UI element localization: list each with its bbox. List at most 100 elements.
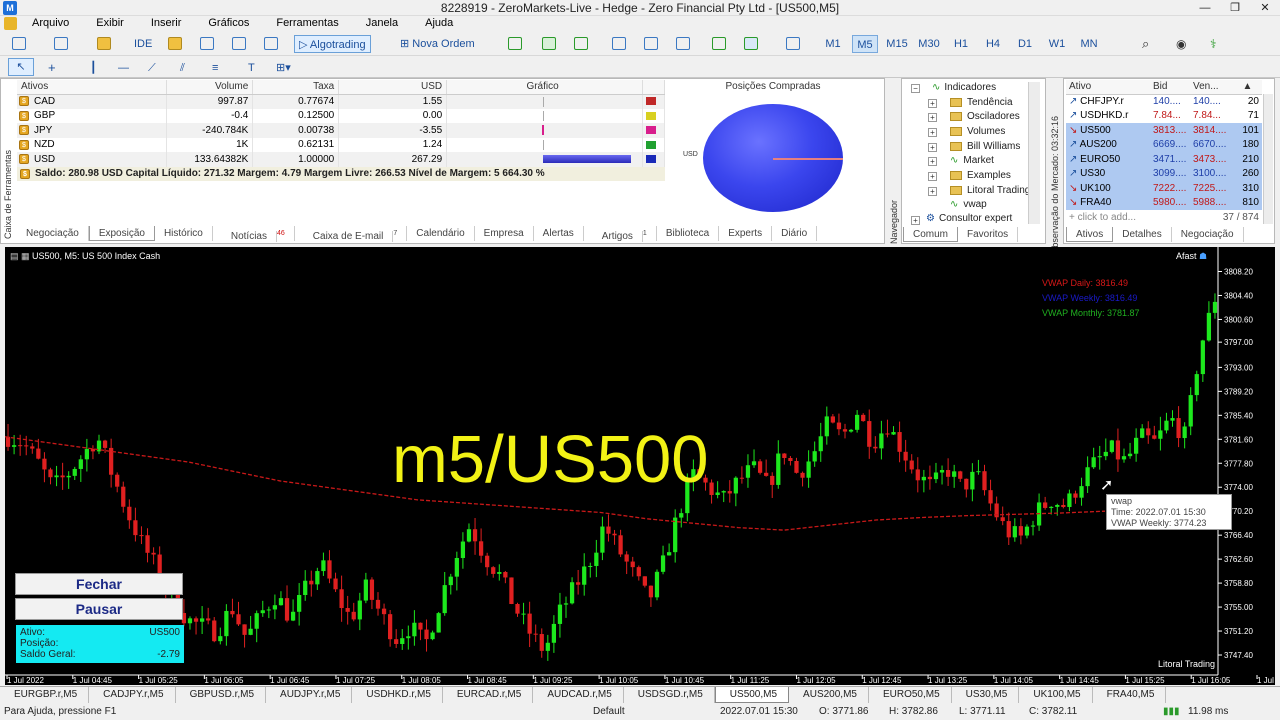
lock-icon[interactable] [168,37,182,50]
tab-noticias[interactable]: Notícias 46 [213,226,295,243]
col-volume[interactable]: Volume [166,80,254,95]
table-row[interactable]: $ CAD 997.87 0.77674 1.55 [17,94,666,109]
tile-windows-icon[interactable] [676,37,690,50]
nav-item-litoral-trading[interactable]: Litoral Trading [950,184,1030,198]
symbol-tab[interactable]: USDSGD.r,M5 [624,687,715,703]
tab-exposicao[interactable]: Exposição [88,226,155,241]
expand-icon[interactable]: + [928,99,937,108]
nav-expert-advisors[interactable]: ⚙ Consultor expert [926,212,1026,226]
autoscroll-icon[interactable] [712,37,726,50]
account-icon[interactable]: ◉ [1176,35,1186,53]
collapse-icon[interactable]: − [911,84,920,93]
col-bid[interactable]: Bid [1150,80,1190,95]
symbol-tab[interactable]: US30,M5 [952,687,1020,703]
table-row[interactable]: $ GBP -0.4 0.12500 0.00 [17,108,666,123]
expand-icon[interactable]: + [928,157,937,166]
table-row[interactable]: $ JPY -240.784K 0.00738 -3.55 [17,123,666,138]
zoom-out-icon[interactable] [644,37,658,50]
fechar-button[interactable]: Fechar [15,573,183,595]
tf-d1[interactable]: D1 [1012,35,1038,53]
tab-negociacao[interactable]: Negociação [17,226,89,241]
pausar-button[interactable]: Pausar [15,598,183,620]
shapes-icon[interactable]: ⊞▾ [276,59,291,77]
expand-icon[interactable]: + [928,128,937,137]
tf-m30[interactable]: M30 [916,35,942,53]
money-icon[interactable] [97,37,111,50]
symbol-tab[interactable]: AUDJPY.r,M5 [266,687,353,703]
add-symbol-input[interactable]: click to add... [1078,212,1136,223]
expand-icon[interactable]: + [928,187,937,196]
tf-m1[interactable]: M1 [820,35,846,53]
ide-button[interactable]: IDE [134,35,152,53]
symbol-tab[interactable]: AUS200,M5 [789,687,869,703]
symbol-tab-active[interactable]: US500,M5 [714,687,790,703]
cloud-icon[interactable] [232,37,246,50]
nav-root-indicators[interactable]: ∿ Indicadores [932,81,996,95]
signal-icon[interactable] [200,37,214,50]
new-order-button[interactable]: ⊞ Nova Ordem [400,35,475,53]
text-icon[interactable]: T [248,59,255,77]
list-item[interactable]: ↘ FRA40 5980.... 5988.... 810 [1066,195,1262,210]
nav-item-examples[interactable]: Examples [950,169,1011,183]
menu-arquivo[interactable]: Arquivo [32,17,69,29]
fibonacci-icon[interactable]: ≡ [212,59,218,77]
market-watch-scrollbar[interactable] [1263,94,1273,224]
symbol-tab[interactable]: USDHKD.r,M5 [352,687,443,703]
zoom-in-icon[interactable] [612,37,626,50]
restore-icon[interactable]: ❐ [1220,0,1250,16]
menu-exibir[interactable]: Exibir [96,17,124,29]
equidistant-channel-icon[interactable]: ⫽ [180,59,185,77]
list-item[interactable]: ↗ USDHKD.r 7.84... 7.84... 71 [1066,109,1262,124]
tab-ativos[interactable]: Ativos [1066,227,1114,242]
candlestick-icon[interactable] [542,37,556,50]
chart-type-icon[interactable] [12,37,26,50]
line-chart-icon[interactable] [574,37,588,50]
symbol-tab[interactable]: EURGBP.r,M5 [0,687,90,703]
close-icon[interactable]: ✕ [1250,0,1280,16]
menu-graficos[interactable]: Gráficos [208,17,249,29]
symbol-tab[interactable]: EURCAD.r,M5 [443,687,534,703]
tab-biblioteca[interactable]: Biblioteca [657,226,720,241]
tab-experts[interactable]: Experts [719,226,773,241]
menu-ajuda[interactable]: Ajuda [425,17,453,29]
nav-item-tendencia[interactable]: Tendência [950,96,1013,110]
bar-chart-icon[interactable] [508,37,522,50]
tab-negociacao-mw[interactable]: Negociação [1172,227,1244,242]
tab-detalhes[interactable]: Detalhes [1113,227,1172,242]
col-ativos[interactable]: Ativos [17,80,168,95]
list-item[interactable]: + click to add... 37 / 874 [1066,210,1262,225]
tab-alertas[interactable]: Alertas [534,226,584,241]
table-row[interactable]: $ USD 133.64382K 1.00000 267.29 [17,152,666,167]
navigator-scrollbar[interactable] [1028,82,1040,224]
col-usd[interactable]: USD [338,80,448,95]
search-icon[interactable]: ⌕ [1142,35,1149,53]
crosshair-icon[interactable]: + [48,59,56,77]
table-row[interactable]: $ NZD 1K 0.62131 1.24 [17,137,666,152]
tab-comum[interactable]: Comum [903,227,959,242]
expand-icon[interactable]: + [928,172,937,181]
col-ativo[interactable]: Ativo [1066,80,1150,95]
nav-item-vwap[interactable]: ∿ vwap [950,198,987,212]
trendline-icon[interactable]: ⟋ [148,59,156,77]
nav-item-market[interactable]: ∿ Market [950,154,994,168]
symbol-tab[interactable]: AUDCAD.r,M5 [533,687,624,703]
symbol-tab[interactable]: EURO50,M5 [869,687,952,703]
menu-inserir[interactable]: Inserir [151,17,182,29]
expand-icon[interactable]: + [911,216,920,225]
tf-w1[interactable]: W1 [1044,35,1070,53]
tab-email[interactable]: Caixa de E-mail 7 [295,226,408,243]
list-item[interactable]: ↗ AUS200 6669.... 6670.... 180 [1066,137,1262,152]
col-taxa[interactable]: Taxa [252,80,340,95]
vps-icon[interactable] [264,37,278,50]
symbol-tab[interactable]: GBPUSD.r,M5 [176,687,267,703]
symbol-tab[interactable]: FRA40,M5 [1093,687,1167,703]
tab-empresa[interactable]: Empresa [475,226,534,241]
screenshot-icon[interactable] [786,37,800,50]
nav-item-bill-williams[interactable]: Bill Williams [950,140,1030,154]
tab-calendario[interactable]: Calendário [407,226,475,241]
tab-diario[interactable]: Diário [772,226,818,241]
templates-icon[interactable] [54,37,68,50]
expand-icon[interactable]: + [928,113,937,122]
tf-h1[interactable]: H1 [948,35,974,53]
minimize-icon[interactable]: — [1190,0,1220,16]
